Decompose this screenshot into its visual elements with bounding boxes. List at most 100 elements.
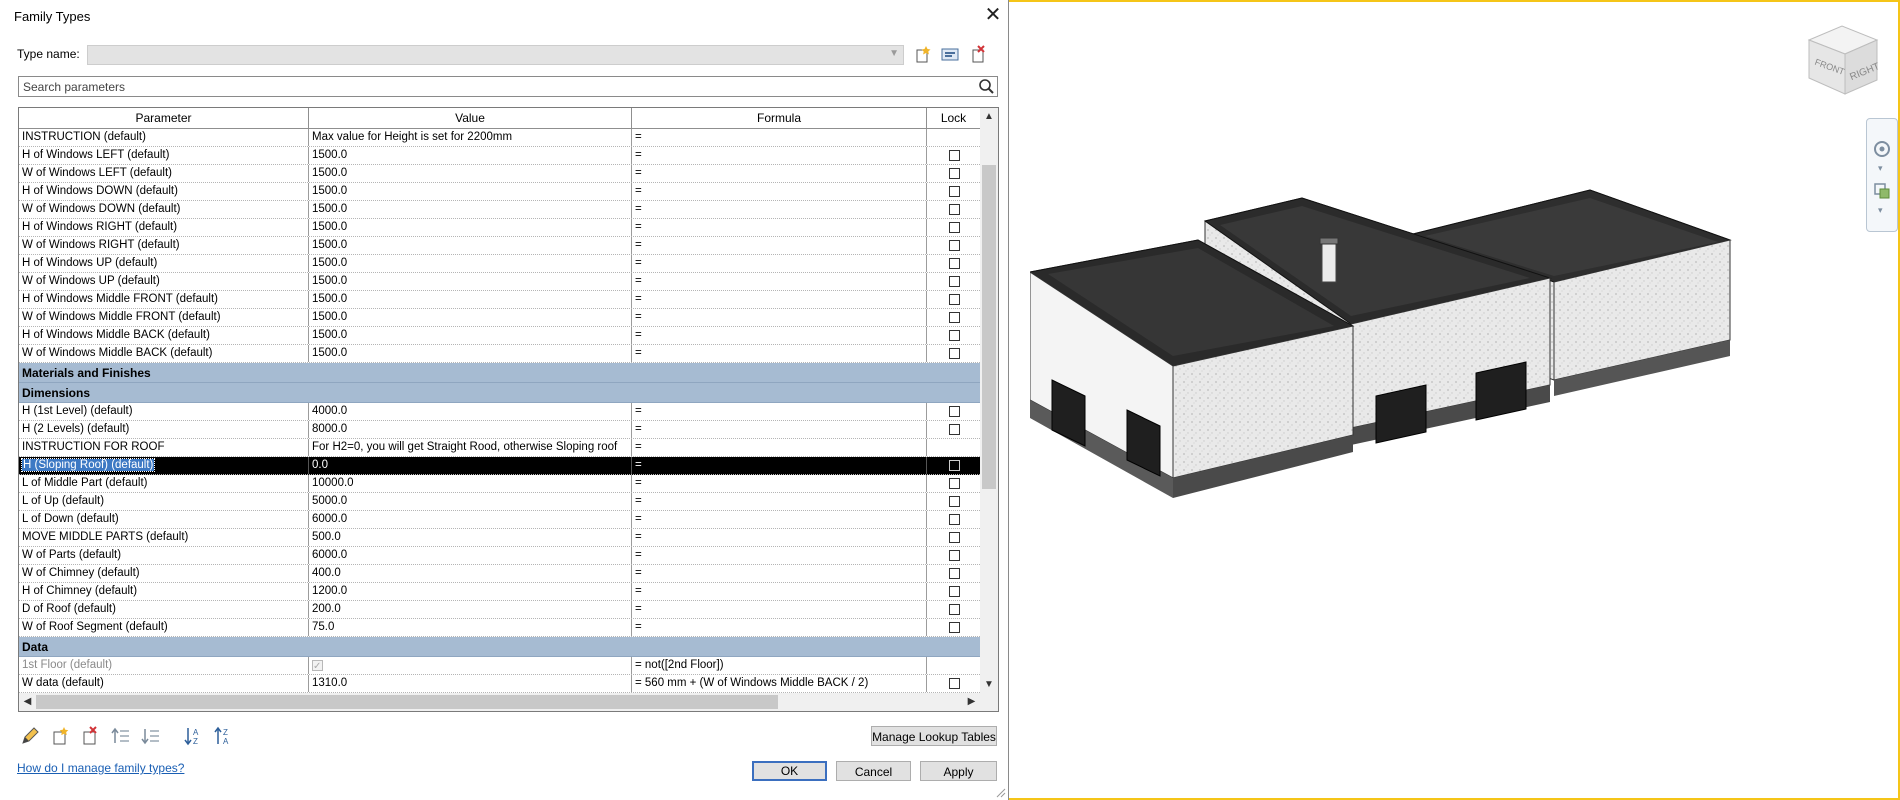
- parameter-name-cell[interactable]: W of Roof Segment (default): [19, 619, 309, 636]
- parameter-name-cell[interactable]: W of Windows DOWN (default): [19, 201, 309, 218]
- parameter-formula-cell[interactable]: =: [632, 439, 927, 456]
- chevron-down-icon[interactable]: ▼: [889, 48, 899, 59]
- parameter-formula-cell[interactable]: =: [632, 129, 927, 146]
- column-header-lock[interactable]: Lock: [927, 108, 980, 128]
- parameter-formula-cell[interactable]: =: [632, 403, 927, 420]
- parameter-formula-cell[interactable]: =: [632, 237, 927, 254]
- zoom-region-icon[interactable]: [1872, 181, 1892, 201]
- parameter-row[interactable]: W of Windows DOWN (default) 1500.0 =: [19, 201, 980, 219]
- parameter-value-cell[interactable]: 1500.0: [309, 327, 632, 344]
- parameter-row[interactable]: H (1st Level) (default) 4000.0 =: [19, 403, 980, 421]
- parameter-row[interactable]: H of Windows LEFT (default) 1500.0 =: [19, 147, 980, 165]
- parameter-row[interactable]: W of Chimney (default) 400.0 =: [19, 565, 980, 583]
- parameter-name-cell[interactable]: INSTRUCTION FOR ROOF: [19, 439, 309, 456]
- lock-checkbox[interactable]: [949, 294, 960, 305]
- parameter-name-cell[interactable]: H of Windows Middle BACK (default): [19, 327, 309, 344]
- parameter-row[interactable]: INSTRUCTION (default) Max value for Heigh…: [19, 129, 980, 147]
- manage-lookup-tables-button[interactable]: Manage Lookup Tables: [871, 726, 997, 746]
- lock-checkbox[interactable]: [949, 330, 960, 341]
- column-header-formula[interactable]: Formula: [632, 108, 927, 128]
- parameter-value-cell[interactable]: 1500.0: [309, 255, 632, 272]
- lock-checkbox[interactable]: [949, 258, 960, 269]
- house-3d-model[interactable]: [1030, 180, 1740, 520]
- lock-checkbox[interactable]: [949, 186, 960, 197]
- parameter-name-cell[interactable]: H (Sloping Roof) (default): [19, 457, 309, 474]
- scroll-left-icon[interactable]: ◀: [19, 693, 36, 711]
- lock-checkbox[interactable]: [949, 204, 960, 215]
- parameter-value-cell[interactable]: 10000.0: [309, 475, 632, 492]
- horizontal-scroll-thumb[interactable]: [36, 695, 778, 709]
- parameter-name-cell[interactable]: L of Middle Part (default): [19, 475, 309, 492]
- lock-checkbox[interactable]: [949, 678, 960, 689]
- parameter-name-cell[interactable]: W of Chimney (default): [19, 565, 309, 582]
- parameter-row[interactable]: W of Parts (default) 6000.0 =: [19, 547, 980, 565]
- parameter-row[interactable]: H of Chimney (default) 1200.0 =: [19, 583, 980, 601]
- parameter-row[interactable]: H of Windows Middle BACK (default) 1500.0…: [19, 327, 980, 345]
- parameter-row[interactable]: L of Down (default) 6000.0 =: [19, 511, 980, 529]
- sort-ascending-icon[interactable]: A Z: [182, 725, 204, 747]
- parameter-formula-cell[interactable]: =: [632, 147, 927, 164]
- lock-checkbox[interactable]: [949, 222, 960, 233]
- parameter-formula-cell[interactable]: =: [632, 457, 927, 474]
- parameter-formula-cell[interactable]: = not([2nd Floor]): [632, 657, 927, 674]
- parameter-formula-cell[interactable]: =: [632, 565, 927, 582]
- parameter-value-cell[interactable]: 400.0: [309, 565, 632, 582]
- search-icon[interactable]: [978, 78, 995, 95]
- rename-type-icon[interactable]: [940, 44, 960, 64]
- parameter-name-cell[interactable]: W of Windows Middle FRONT (default): [19, 309, 309, 326]
- parameter-row[interactable]: MOVE MIDDLE PARTS (default) 500.0 =: [19, 529, 980, 547]
- parameter-formula-cell[interactable]: =: [632, 583, 927, 600]
- parameter-name-cell[interactable]: MOVE MIDDLE PARTS (default): [19, 529, 309, 546]
- scroll-right-icon[interactable]: ▶: [963, 693, 980, 711]
- lock-checkbox[interactable]: [949, 460, 960, 471]
- parameter-formula-cell[interactable]: =: [632, 255, 927, 272]
- lock-checkbox[interactable]: [949, 586, 960, 597]
- parameter-name-cell[interactable]: H of Windows RIGHT (default): [19, 219, 309, 236]
- parameter-value-cell[interactable]: 1500.0: [309, 219, 632, 236]
- parameter-row[interactable]: W of Roof Segment (default) 75.0 =: [19, 619, 980, 637]
- parameter-name-cell[interactable]: W of Windows LEFT (default): [19, 165, 309, 182]
- parameter-formula-cell[interactable]: =: [632, 201, 927, 218]
- parameter-row[interactable]: L of Up (default) 5000.0 =: [19, 493, 980, 511]
- parameter-name-cell[interactable]: H of Windows Middle FRONT (default): [19, 291, 309, 308]
- parameter-formula-cell[interactable]: =: [632, 601, 927, 618]
- search-parameters-input[interactable]: Search parameters: [18, 76, 998, 97]
- column-header-value[interactable]: Value: [309, 108, 632, 128]
- parameter-formula-cell[interactable]: =: [632, 619, 927, 636]
- parameter-formula-cell[interactable]: =: [632, 327, 927, 344]
- type-name-combo[interactable]: ▼: [87, 45, 904, 65]
- parameter-name-cell[interactable]: H (2 Levels) (default): [19, 421, 309, 438]
- parameter-row[interactable]: H of Windows UP (default) 1500.0 =: [19, 255, 980, 273]
- parameter-name-cell[interactable]: 1st Floor (default): [19, 657, 309, 674]
- parameter-name-cell[interactable]: H of Windows UP (default): [19, 255, 309, 272]
- parameter-formula-cell[interactable]: = 560 mm + (W of Windows Middle BACK / 2…: [632, 675, 927, 692]
- parameter-value-cell[interactable]: 0.0: [309, 457, 632, 474]
- parameter-value-cell[interactable]: 200.0: [309, 601, 632, 618]
- delete-parameter-icon[interactable]: [79, 725, 101, 747]
- parameter-value-cell[interactable]: 1310.0: [309, 675, 632, 692]
- parameter-value-cell[interactable]: 1500.0: [309, 291, 632, 308]
- parameter-value-cell[interactable]: 8000.0: [309, 421, 632, 438]
- parameter-name-cell[interactable]: H of Chimney (default): [19, 583, 309, 600]
- parameter-formula-cell[interactable]: =: [632, 273, 927, 290]
- parameter-value-cell[interactable]: 500.0: [309, 529, 632, 546]
- parameter-value-cell[interactable]: 5000.0: [309, 493, 632, 510]
- parameter-group-row[interactable]: Data: [19, 637, 980, 657]
- lock-checkbox[interactable]: [949, 150, 960, 161]
- lock-checkbox[interactable]: [949, 348, 960, 359]
- parameter-formula-cell[interactable]: =: [632, 165, 927, 182]
- move-up-icon[interactable]: [110, 725, 132, 747]
- parameter-value-cell[interactable]: 75.0: [309, 619, 632, 636]
- lock-checkbox[interactable]: [949, 276, 960, 287]
- parameter-formula-cell[interactable]: =: [632, 183, 927, 200]
- chevron-down-icon[interactable]: ▾: [1878, 205, 1883, 216]
- lock-checkbox[interactable]: [949, 478, 960, 489]
- lock-checkbox[interactable]: [949, 168, 960, 179]
- sort-descending-icon[interactable]: Z A: [212, 725, 234, 747]
- parameter-value-cell[interactable]: 1200.0: [309, 583, 632, 600]
- parameter-value-cell[interactable]: 1500.0: [309, 147, 632, 164]
- vertical-scroll-thumb[interactable]: [982, 165, 996, 489]
- lock-checkbox[interactable]: [949, 312, 960, 323]
- parameter-row[interactable]: H of Windows DOWN (default) 1500.0 =: [19, 183, 980, 201]
- parameter-row[interactable]: W data (default) 1310.0 = 560 mm + (W of W…: [19, 675, 980, 693]
